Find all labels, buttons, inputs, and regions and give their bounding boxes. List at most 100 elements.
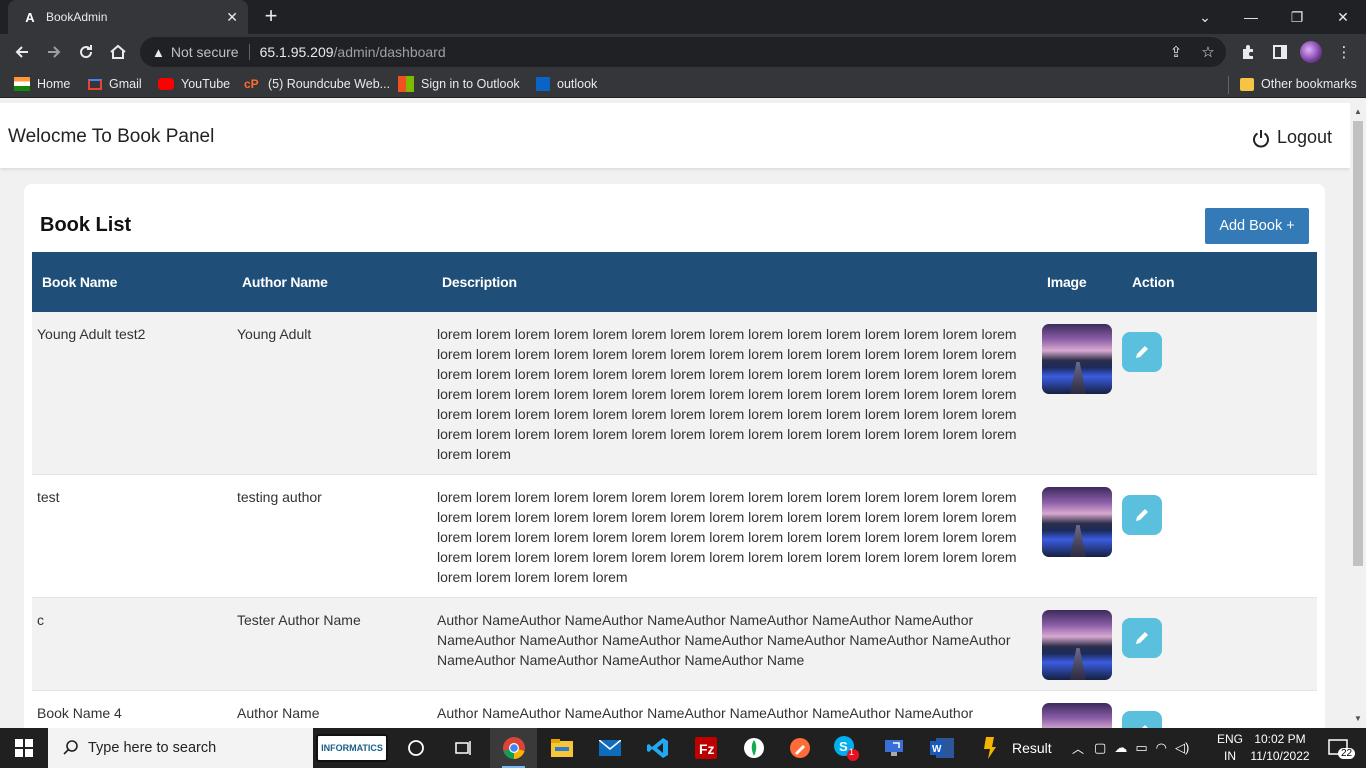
bookmark-label: Gmail [109,77,142,91]
back-icon[interactable] [8,38,36,66]
url-path: /admin/dashboard [333,44,446,60]
share-icon[interactable]: ⇪ [1162,38,1190,66]
skype-icon[interactable]: S 1 [822,728,869,768]
bookmark-outlook[interactable]: outlook [536,75,597,93]
mongodb-compass-icon[interactable] [730,728,777,768]
scroll-down-arrow-icon[interactable]: ▼ [1353,714,1363,724]
book-list-title: Book List [40,214,132,236]
book-name-cell: Book Name 4 [32,690,232,728]
author-name-cell: Author Name [232,690,432,728]
edit-button[interactable] [1122,618,1162,658]
extensions-icon[interactable] [1234,38,1262,66]
search-placeholder: Type here to search [88,740,217,756]
restore-icon[interactable]: ❐ [1274,0,1320,34]
informatics-logo[interactable]: INFORMATICS [316,734,388,762]
windows-start-icon[interactable] [0,728,48,768]
bookmark-label: (5) Roundcube Web... [268,77,391,91]
side-panel-icon[interactable] [1266,38,1294,66]
edit-button[interactable] [1122,711,1162,728]
result-app-icon [984,737,996,759]
address-bar[interactable]: ▲ Not secure 65.1.95.209/admin/dashboard [140,37,1226,67]
clock-time: 10:02 PM [1254,732,1306,746]
bookmark-outlook-signin[interactable]: Sign in to Outlook [398,75,520,93]
bookmarks-divider [1228,76,1229,94]
taskbar-search-input[interactable]: Type here to search [48,728,313,768]
book-cover-image [1042,610,1112,680]
column-header-book-name: Book Name [42,274,118,290]
table-header-row: Book Name Author Name Description Image … [32,252,1317,312]
column-header-action: Action [1132,274,1175,290]
bookmark-star-icon[interactable]: ☆ [1194,38,1222,66]
profile-avatar[interactable] [1300,41,1322,63]
input-language[interactable]: ENG IN [1214,731,1246,765]
description-cell: Author NameAuthor NameAuthor NameAuthor … [432,690,1037,728]
tab-search-chevron-icon[interactable]: ⌄ [1182,0,1228,34]
mail-icon[interactable] [586,728,633,768]
browser-menu-icon[interactable]: ⋮ [1330,38,1358,66]
taskbar-clock[interactable]: 10:02 PM 11/10/2022 [1248,731,1312,765]
windows-taskbar: Type here to search INFORMATICS Fz S 1 W… [0,728,1366,768]
file-explorer-icon[interactable] [538,728,585,768]
tab-close-icon[interactable]: ✕ [226,9,238,26]
bookmark-youtube[interactable]: YouTube [158,75,230,93]
volume-icon[interactable]: ◁) [1175,740,1189,756]
angular-favicon-icon: A [25,9,35,25]
other-bookmarks[interactable]: Other bookmarks [1240,75,1357,93]
author-name-cell: Tester Author Name [232,597,432,691]
battery-icon[interactable]: ▭ [1135,740,1147,756]
action-cell [1122,597,1317,691]
pencil-icon [1136,509,1148,521]
home-icon[interactable] [104,38,132,66]
edit-button[interactable] [1122,495,1162,535]
cpanel-icon: cP [244,77,259,91]
security-label[interactable]: Not secure [171,44,239,60]
postman-icon[interactable] [776,728,823,768]
close-window-icon[interactable]: ✕ [1320,0,1366,34]
youtube-icon [158,78,174,90]
page-scrollbar[interactable]: ▲ ▼ [1350,103,1366,728]
book-cover-image [1042,703,1112,728]
onedrive-icon[interactable]: ☁ [1114,740,1127,756]
add-book-button[interactable]: Add Book + [1205,208,1309,244]
webcam-icon[interactable]: ▢ [1094,740,1106,756]
notifications-icon[interactable]: 22 [1318,728,1358,768]
gmail-icon [88,78,102,90]
tab-title: BookAdmin [46,10,108,24]
task-view-icon[interactable] [440,728,487,768]
pencil-icon [1136,632,1148,644]
bookmark-gmail[interactable]: Gmail [88,75,142,93]
chrome-taskbar-icon[interactable] [490,728,537,768]
bookmarks-bar: Home Gmail YouTube cP (5) Roundcube Web.… [0,70,1366,98]
image-cell [1037,312,1122,475]
minimize-icon[interactable]: — [1228,0,1274,34]
edit-button[interactable] [1122,332,1162,372]
cortana-icon[interactable] [392,728,439,768]
logout-button[interactable]: Logout [1251,127,1332,148]
scrollbar-thumb[interactable] [1353,121,1363,566]
pencil-icon [1136,346,1148,358]
skype-badge: 1 [849,747,855,757]
action-cell [1122,312,1317,475]
new-tab-icon[interactable]: + [258,4,284,30]
svg-text:S: S [839,739,848,754]
bookmark-roundcube[interactable]: cP (5) Roundcube Web... [244,75,390,93]
result-taskbar-item[interactable]: Result [968,728,1058,768]
show-hidden-icons-chevron-icon[interactable]: ︿ [1072,740,1084,757]
browser-tab[interactable]: A BookAdmin ✕ [8,0,248,34]
vscode-icon[interactable] [634,728,681,768]
svg-text:Fz: Fz [699,741,715,757]
system-tray: ︿ ▢ ☁ ▭ ◠ ◁) [1072,728,1189,768]
filezilla-icon[interactable]: Fz [682,728,729,768]
wifi-icon[interactable]: ◠ [1156,740,1167,756]
scroll-up-arrow-icon[interactable]: ▲ [1353,107,1363,117]
word-icon[interactable]: W [918,728,965,768]
forward-icon[interactable] [40,38,68,66]
reload-icon[interactable] [72,38,100,66]
author-name-cell: Young Adult [232,312,432,475]
bookmark-home[interactable]: Home [14,75,70,93]
bookmark-label: YouTube [181,77,231,91]
warning-icon[interactable]: ▲ [152,45,165,60]
remote-desktop-icon[interactable] [870,728,917,768]
welcome-title: Welocme To Book Panel [8,126,215,147]
description-cell: Author NameAuthor NameAuthor NameAuthor … [432,597,1037,691]
